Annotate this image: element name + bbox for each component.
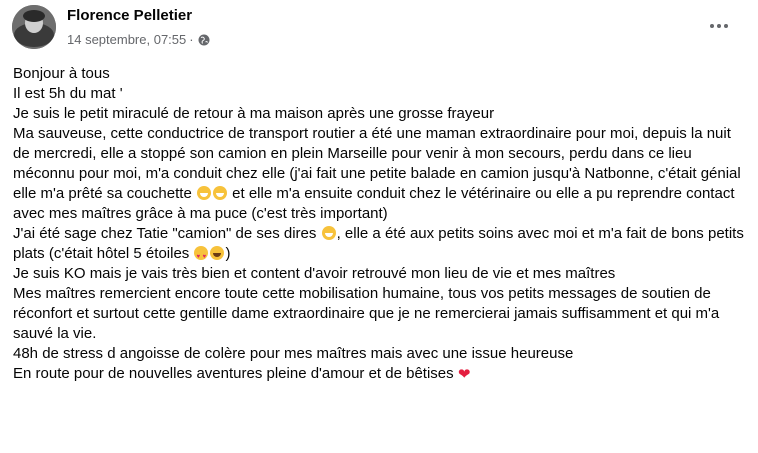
post-line: Je suis KO mais je vais très bien et con… [13, 265, 616, 282]
post-text: J'ai été sage chez Tatie "camion" de ses… [13, 225, 317, 242]
post-line: Bonjour à tous [13, 65, 110, 82]
grinning-face-icon [321, 226, 336, 240]
avatar[interactable] [12, 5, 56, 49]
post-line: Je suis le petit miraculé de retour à ma… [13, 105, 495, 122]
author-name[interactable]: Florence Pelletier [67, 7, 192, 24]
profile-photo-icon [12, 5, 56, 49]
heart-eyes-icon [194, 246, 209, 267]
post-paragraph: En route pour de nouvelles aventures ple… [13, 364, 751, 385]
post-body: Bonjour à tous Il est 5h du mat ' Je sui… [13, 64, 751, 385]
more-options-icon[interactable] [706, 13, 732, 39]
post-meta: 14 septembre, 07:55 · [67, 32, 210, 47]
post-text: En route pour de nouvelles aventures ple… [13, 365, 454, 382]
post-paragraph: J'ai été sage chez Tatie "camion" de ses… [13, 224, 751, 267]
laughing-face-icon [210, 246, 225, 260]
post-text: ) [225, 245, 231, 262]
red-heart-icon: ❤ [457, 366, 471, 383]
post-line: Il est 5h du mat ' [13, 85, 123, 102]
grinning-face-icon [196, 186, 211, 200]
post-paragraph: Ma sauveuse, cette conductrice de transp… [13, 124, 751, 224]
post-timestamp[interactable]: 14 septembre, 07:55 [67, 32, 186, 47]
post-line: Mes maîtres remercient encore toute cett… [13, 285, 720, 342]
grinning-face-icon [212, 186, 227, 200]
facebook-post: Florence Pelletier 14 septembre, 07:55 ·… [0, 0, 758, 453]
post-line: 48h de stress d angoisse de colère pour … [13, 345, 574, 362]
globe-icon[interactable] [198, 34, 210, 46]
meta-separator: · [189, 32, 194, 47]
